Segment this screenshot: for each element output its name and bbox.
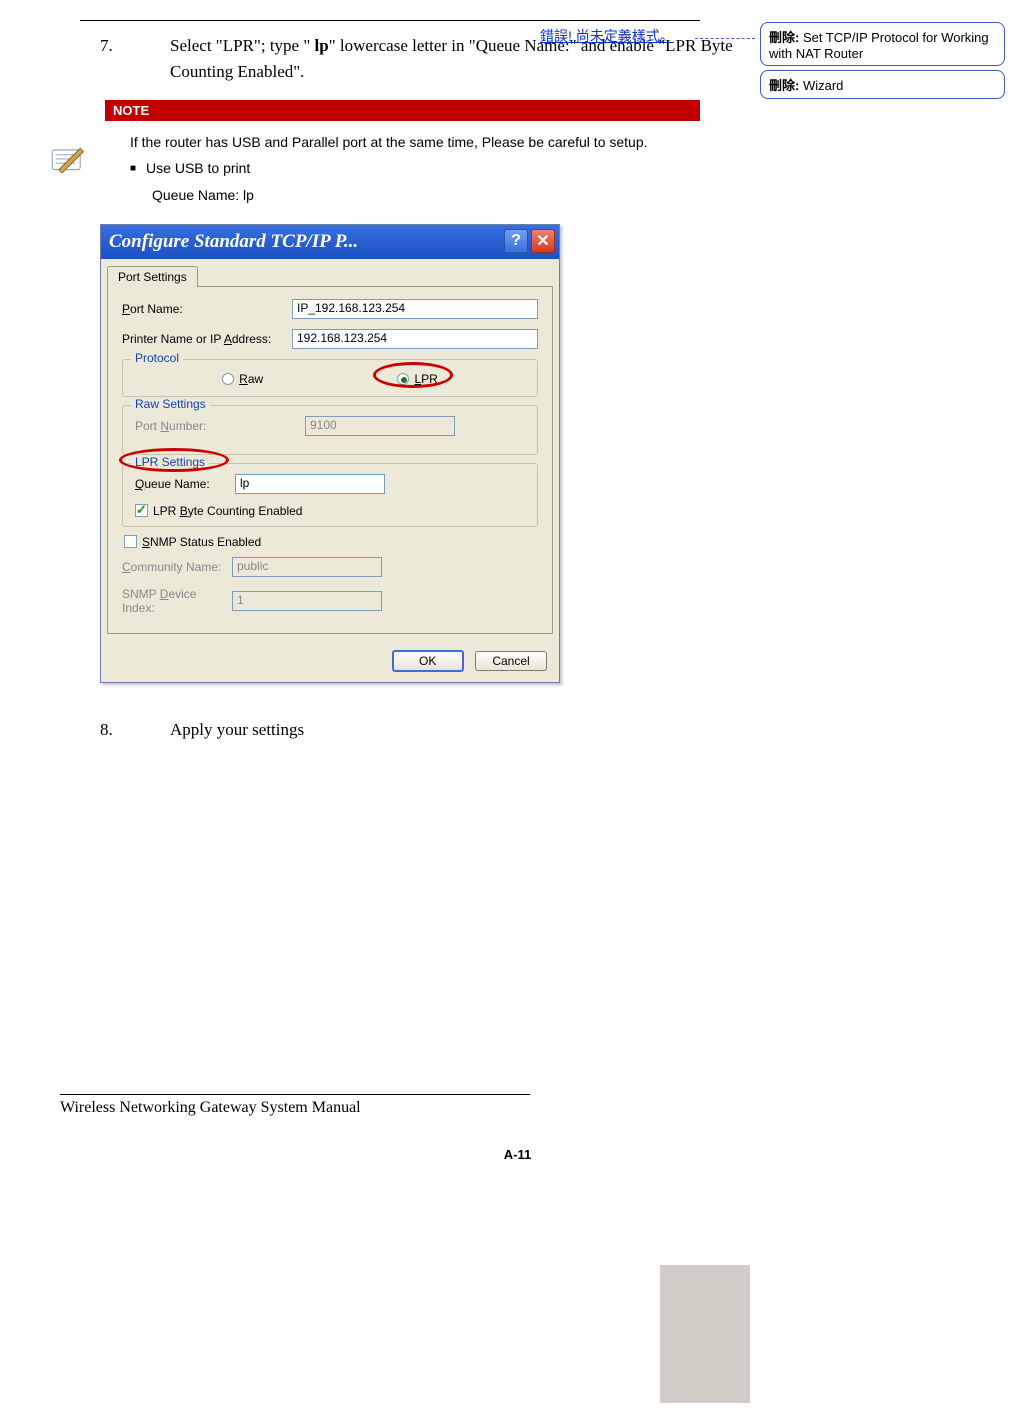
help-button[interactable]: ? (504, 229, 528, 253)
step-8: 8. Apply your settings (100, 717, 740, 743)
dialog-title: Configure Standard TCP/IP P... (109, 231, 358, 253)
footer: Wireless Networking Gateway System Manua… (60, 1094, 975, 1162)
note-bullet-text: Use USB to print (146, 160, 250, 176)
note-bullet-usb: Use USB to print (130, 155, 730, 182)
balloon-1-label: 刪除: (769, 30, 799, 45)
snmp-index-input: 1 (232, 591, 382, 611)
dialog-button-row: OK Cancel (101, 640, 559, 682)
header-error-text: 錯誤! 尚未定義樣式。 (540, 26, 674, 46)
queue-input[interactable]: lp (235, 474, 385, 494)
radio-raw[interactable]: Raw (222, 372, 263, 386)
step-8-number: 8. (100, 717, 170, 743)
note-sub-queue: Queue Name: lp (152, 182, 730, 209)
protocol-legend: Protocol (131, 351, 183, 365)
lpr-byte-checkbox[interactable]: LPR Byte Counting Enabled (135, 504, 525, 518)
step-7-bold: lp (315, 36, 329, 55)
checkbox-icon (124, 535, 137, 548)
balloon-deleted-2: 刪除: Wizard (760, 70, 1005, 99)
balloon-2-label: 刪除: (769, 78, 799, 93)
revision-balloons: 刪除: Set TCP/IP Protocol for Working with… (760, 22, 1005, 103)
printer-input[interactable]: 192.168.123.254 (292, 329, 538, 349)
checkbox-icon (135, 504, 148, 517)
snmp-checkbox[interactable]: SNMP Status Enabled (124, 535, 538, 549)
printer-label: Printer Name or IP Address: (122, 332, 292, 346)
note-block: NOTE If the router has USB and Parallel … (100, 100, 740, 209)
portnum-input: 9100 (305, 416, 455, 436)
balloon-2-text: Wizard (799, 78, 843, 93)
portname-label: Port Name: (122, 302, 292, 316)
ok-button[interactable]: OK (392, 650, 464, 672)
page-tab-stub (660, 1265, 750, 1403)
queue-label: Queue Name: (135, 477, 235, 491)
header-rule (80, 20, 700, 21)
close-button[interactable]: ✕ (531, 229, 555, 253)
dialog-titlebar: Configure Standard TCP/IP P... ? ✕ (101, 225, 559, 259)
cancel-button[interactable]: Cancel (475, 651, 547, 671)
footer-title: Wireless Networking Gateway System Manua… (60, 1099, 975, 1117)
snmp-index-label: SNMP Device Index: (122, 587, 232, 615)
footer-rule (60, 1094, 530, 1095)
community-input: public (232, 557, 382, 577)
step-7-pre: Select "LPR"; type " (170, 36, 315, 55)
page-number: A-11 (60, 1147, 975, 1162)
lpr-settings-group: LPR Settings Queue Name: lp LPR Byte Cou… (122, 463, 538, 527)
balloon-deleted-1: 刪除: Set TCP/IP Protocol for Working with… (760, 22, 1005, 66)
note-line-1: If the router has USB and Parallel port … (130, 129, 730, 156)
portnum-label: Port Number: (135, 419, 305, 433)
tab-port-settings[interactable]: Port Settings (107, 266, 198, 287)
raw-legend: Raw Settings (131, 397, 210, 411)
lpr-legend: LPR Settings (131, 455, 209, 469)
step-8-text: Apply your settings (170, 717, 304, 743)
note-pencil-icon (50, 145, 84, 173)
community-label: Community Name: (122, 560, 232, 574)
portname-input[interactable]: IP_192.168.123.254 (292, 299, 538, 319)
protocol-group: Protocol Raw LPR (122, 359, 538, 397)
balloon-connector (695, 38, 755, 39)
step-7-number: 7. (100, 33, 170, 86)
note-heading: NOTE (105, 100, 700, 121)
radio-lpr[interactable]: LPR (397, 372, 437, 386)
tab-pane: Port Name: IP_192.168.123.254 Printer Na… (107, 286, 553, 634)
balloon-1-text: Set TCP/IP Protocol for Working with NAT… (769, 30, 989, 61)
raw-settings-group: Raw Settings Port Number: 9100 (122, 405, 538, 455)
tab-strip: Port Settings (101, 259, 559, 286)
tcpip-port-dialog: Configure Standard TCP/IP P... ? ✕ Port … (100, 224, 560, 683)
